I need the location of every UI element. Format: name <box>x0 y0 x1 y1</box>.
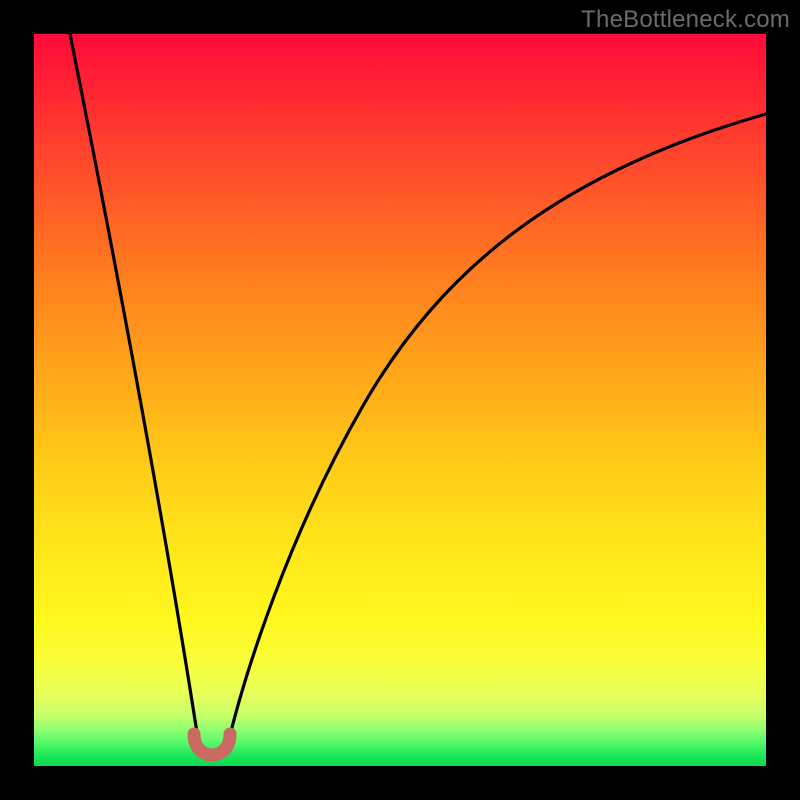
curve-left-branch <box>70 34 200 752</box>
curves-svg <box>34 34 766 766</box>
curve-right-branch <box>226 114 766 752</box>
plot-area <box>34 34 766 766</box>
trough-u-marker <box>194 734 230 755</box>
watermark-text: TheBottleneck.com <box>581 6 790 34</box>
chart-frame: TheBottleneck.com <box>0 0 800 800</box>
